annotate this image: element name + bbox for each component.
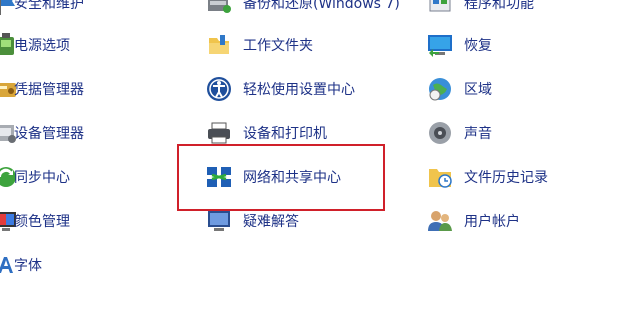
accessibility-icon [205, 75, 233, 103]
recovery-icon [426, 31, 454, 59]
item-label: 同步中心 [14, 170, 70, 186]
folder-icon [205, 31, 233, 59]
item-label: 程序和功能 [464, 0, 534, 12]
item-label: 备份和还原(Windows 7) [243, 0, 400, 12]
item-label: 疑难解答 [243, 214, 299, 230]
highlight-box [177, 144, 385, 211]
file-history-icon [426, 163, 454, 191]
printer-icon [205, 119, 233, 147]
item-label: 声音 [464, 126, 492, 142]
backup-restore-icon [205, 0, 233, 17]
item-label: 凭据管理器 [14, 82, 84, 98]
item-label: 颜色管理 [14, 214, 70, 230]
item-label: 区域 [464, 82, 492, 98]
item-label: 安全和维护 [14, 0, 84, 12]
item-label: 恢复 [464, 38, 492, 54]
troubleshoot-icon [205, 207, 233, 235]
item-label: 字体 [14, 258, 42, 274]
region-icon [426, 75, 454, 103]
users-icon [426, 207, 454, 235]
speaker-icon [426, 119, 454, 147]
item-label: 用户帐户 [464, 214, 520, 230]
item-label: 轻松使用设置中心 [243, 82, 355, 98]
item-label: 设备和打印机 [243, 126, 327, 142]
item-label: 文件历史记录 [464, 170, 548, 186]
item-label: 电源选项 [14, 38, 70, 54]
item-label: 工作文件夹 [243, 38, 313, 54]
programs-icon [426, 0, 454, 17]
item-label: 设备管理器 [14, 126, 84, 142]
